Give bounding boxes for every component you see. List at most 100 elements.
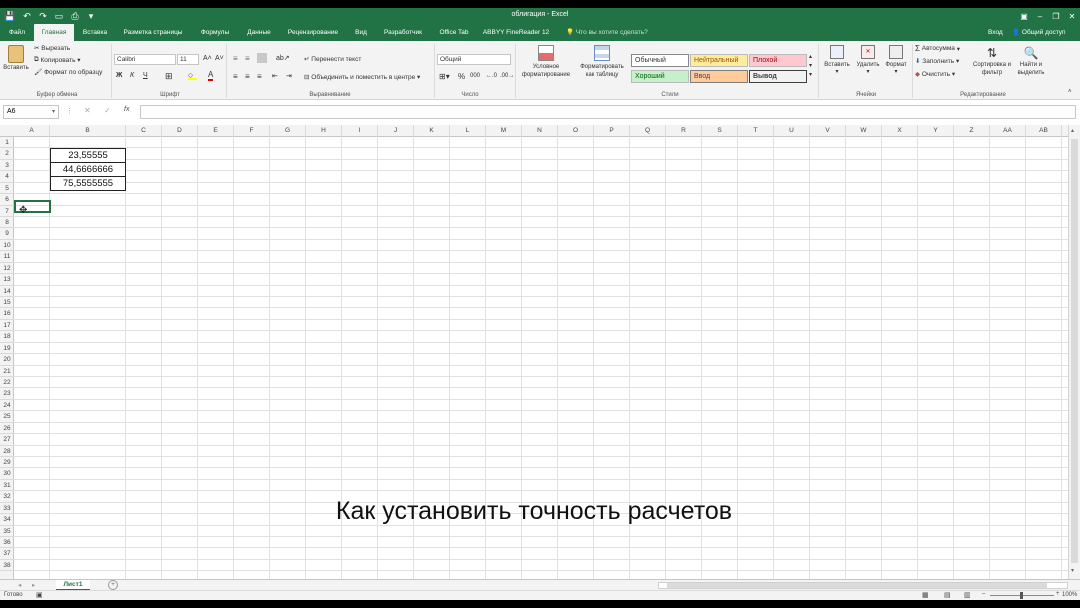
row-header-23[interactable]: 23: [0, 388, 14, 400]
grow-font-button[interactable]: A˄: [203, 55, 212, 62]
row-header-7[interactable]: 7: [0, 206, 14, 217]
column-header-K[interactable]: K: [414, 125, 450, 137]
row-header-19[interactable]: 19: [0, 343, 14, 355]
column-header-N[interactable]: N: [522, 125, 558, 137]
delete-cells-button[interactable]: ✕ Удалить ▾: [853, 45, 883, 75]
align-top-icon[interactable]: ≡: [233, 54, 238, 63]
column-header-V[interactable]: V: [810, 125, 846, 137]
row-header-17[interactable]: 17: [0, 320, 14, 332]
formula-input[interactable]: [140, 105, 1076, 119]
row-header-29[interactable]: 29: [0, 457, 14, 469]
worksheet-grid[interactable]: A B C D E F G H I J K L M N O P Q R S T U V W X Y Z AA AB 123456789…: [0, 125, 1068, 579]
column-header-AB[interactable]: AB: [1026, 125, 1062, 137]
next-sheet-icon[interactable]: ▸: [32, 581, 35, 589]
add-sheet-button[interactable]: +: [108, 580, 118, 590]
row-header-5[interactable]: 5: [0, 183, 14, 195]
find-select-button[interactable]: 🔍 Найти и выделить: [1012, 45, 1050, 77]
row-header-26[interactable]: 26: [0, 423, 14, 435]
column-header-U[interactable]: U: [774, 125, 810, 137]
column-header-I[interactable]: I: [342, 125, 378, 137]
page-layout-view-icon[interactable]: ▤: [944, 591, 951, 599]
zoom-in-icon[interactable]: +: [1056, 591, 1060, 597]
row-header-27[interactable]: 27: [0, 434, 14, 446]
align-left-icon[interactable]: ≡: [233, 72, 238, 81]
row-header-28[interactable]: 28: [0, 446, 14, 458]
column-header-F[interactable]: F: [234, 125, 270, 137]
zoom-slider[interactable]: [990, 592, 1054, 599]
copy-button[interactable]: ⧉ Копировать ▾: [34, 56, 81, 64]
share-button[interactable]: 👤 Общий доступ: [1012, 24, 1066, 41]
increase-indent-icon[interactable]: ⇥: [286, 72, 292, 80]
fill-color-icon[interactable]: ◇: [188, 71, 197, 80]
tab-home[interactable]: Главная: [34, 24, 74, 41]
scroll-up-icon[interactable]: ▴: [1071, 127, 1074, 134]
collapse-ribbon-icon[interactable]: ˄: [1068, 89, 1072, 95]
row-header-16[interactable]: 16: [0, 308, 14, 320]
increase-decimal-icon[interactable]: ←.0: [486, 73, 497, 79]
currency-icon[interactable]: ⊞▾: [439, 72, 450, 81]
row-header-15[interactable]: 15: [0, 297, 14, 309]
row-header-10[interactable]: 10: [0, 240, 14, 252]
italic-button[interactable]: К: [130, 72, 134, 79]
clear-button[interactable]: ◆ Очистить ▾: [915, 70, 955, 79]
tab-developer[interactable]: Разработчик: [378, 24, 428, 41]
tell-me-box[interactable]: 💡 Что вы хотите сделать?: [566, 24, 648, 41]
paste-button[interactable]: Вставить: [3, 45, 29, 71]
number-format-select[interactable]: Общий: [437, 54, 511, 65]
normal-view-icon[interactable]: ▦: [922, 591, 929, 599]
align-center-icon[interactable]: ≡: [245, 72, 250, 81]
align-middle-icon[interactable]: ≡: [245, 54, 250, 63]
column-header-S[interactable]: S: [702, 125, 738, 137]
row-header-4[interactable]: 4: [0, 171, 14, 183]
row-header-24[interactable]: 24: [0, 400, 14, 412]
column-header-G[interactable]: G: [270, 125, 306, 137]
column-header-L[interactable]: L: [450, 125, 486, 137]
column-header-R[interactable]: R: [666, 125, 702, 137]
scroll-thumb[interactable]: [1071, 139, 1078, 563]
tab-data[interactable]: Данные: [240, 24, 278, 41]
format-cells-button[interactable]: Формат ▾: [882, 45, 910, 75]
column-header-Q[interactable]: Q: [630, 125, 666, 137]
tab-page-layout[interactable]: Разметка страницы: [118, 24, 188, 41]
row-header-35[interactable]: 35: [0, 526, 14, 538]
row-header-3[interactable]: 3: [0, 160, 14, 172]
close-icon[interactable]: ✕: [1064, 9, 1080, 23]
autosum-button[interactable]: Σ Автосумма ▾: [915, 44, 960, 53]
column-header-B[interactable]: B: [50, 125, 126, 137]
restore-icon[interactable]: ❐: [1048, 9, 1064, 23]
font-name-select[interactable]: Calibri: [114, 54, 176, 65]
style-input[interactable]: Ввод: [690, 70, 748, 83]
row-header-25[interactable]: 25: [0, 411, 14, 423]
shrink-font-button[interactable]: A˅: [215, 55, 224, 62]
font-color-icon[interactable]: A: [208, 71, 214, 81]
zoom-out-icon[interactable]: –: [982, 591, 985, 597]
cell-B2[interactable]: 23,55555: [50, 148, 126, 163]
row-header-20[interactable]: 20: [0, 354, 14, 366]
cancel-icon[interactable]: ✕: [84, 106, 91, 115]
column-header-W[interactable]: W: [846, 125, 882, 137]
row-header-37[interactable]: 37: [0, 548, 14, 560]
thousands-button[interactable]: 000: [470, 73, 480, 79]
style-bad[interactable]: Плохой: [749, 54, 807, 67]
enter-icon[interactable]: ✓: [104, 106, 111, 115]
tab-office-tab[interactable]: Office Tab: [432, 24, 476, 41]
row-header-11[interactable]: 11: [0, 251, 14, 263]
tab-file[interactable]: Файл: [0, 24, 34, 41]
row-header-22[interactable]: 22: [0, 377, 14, 389]
column-header-O[interactable]: O: [558, 125, 594, 137]
cut-button[interactable]: ✂ Вырезать: [34, 44, 70, 53]
font-size-select[interactable]: 11: [177, 54, 199, 65]
tab-insert[interactable]: Вставка: [76, 24, 114, 41]
row-header-6[interactable]: 6: [0, 194, 14, 206]
column-header-AA[interactable]: AA: [990, 125, 1026, 137]
wrap-text-button[interactable]: ↵ Перенести текст: [304, 55, 361, 64]
column-header-T[interactable]: T: [738, 125, 774, 137]
format-painter-button[interactable]: 🖌 Формат по образцу: [34, 68, 102, 77]
zoom-level[interactable]: 100%: [1062, 592, 1077, 598]
row-header-12[interactable]: 12: [0, 263, 14, 275]
column-header-M[interactable]: M: [486, 125, 522, 137]
row-header-14[interactable]: 14: [0, 286, 14, 297]
fill-button[interactable]: ⬇ Заполнить ▾: [915, 57, 959, 66]
insert-function-icon[interactable]: fx: [124, 106, 129, 113]
percent-button[interactable]: %: [458, 72, 465, 81]
